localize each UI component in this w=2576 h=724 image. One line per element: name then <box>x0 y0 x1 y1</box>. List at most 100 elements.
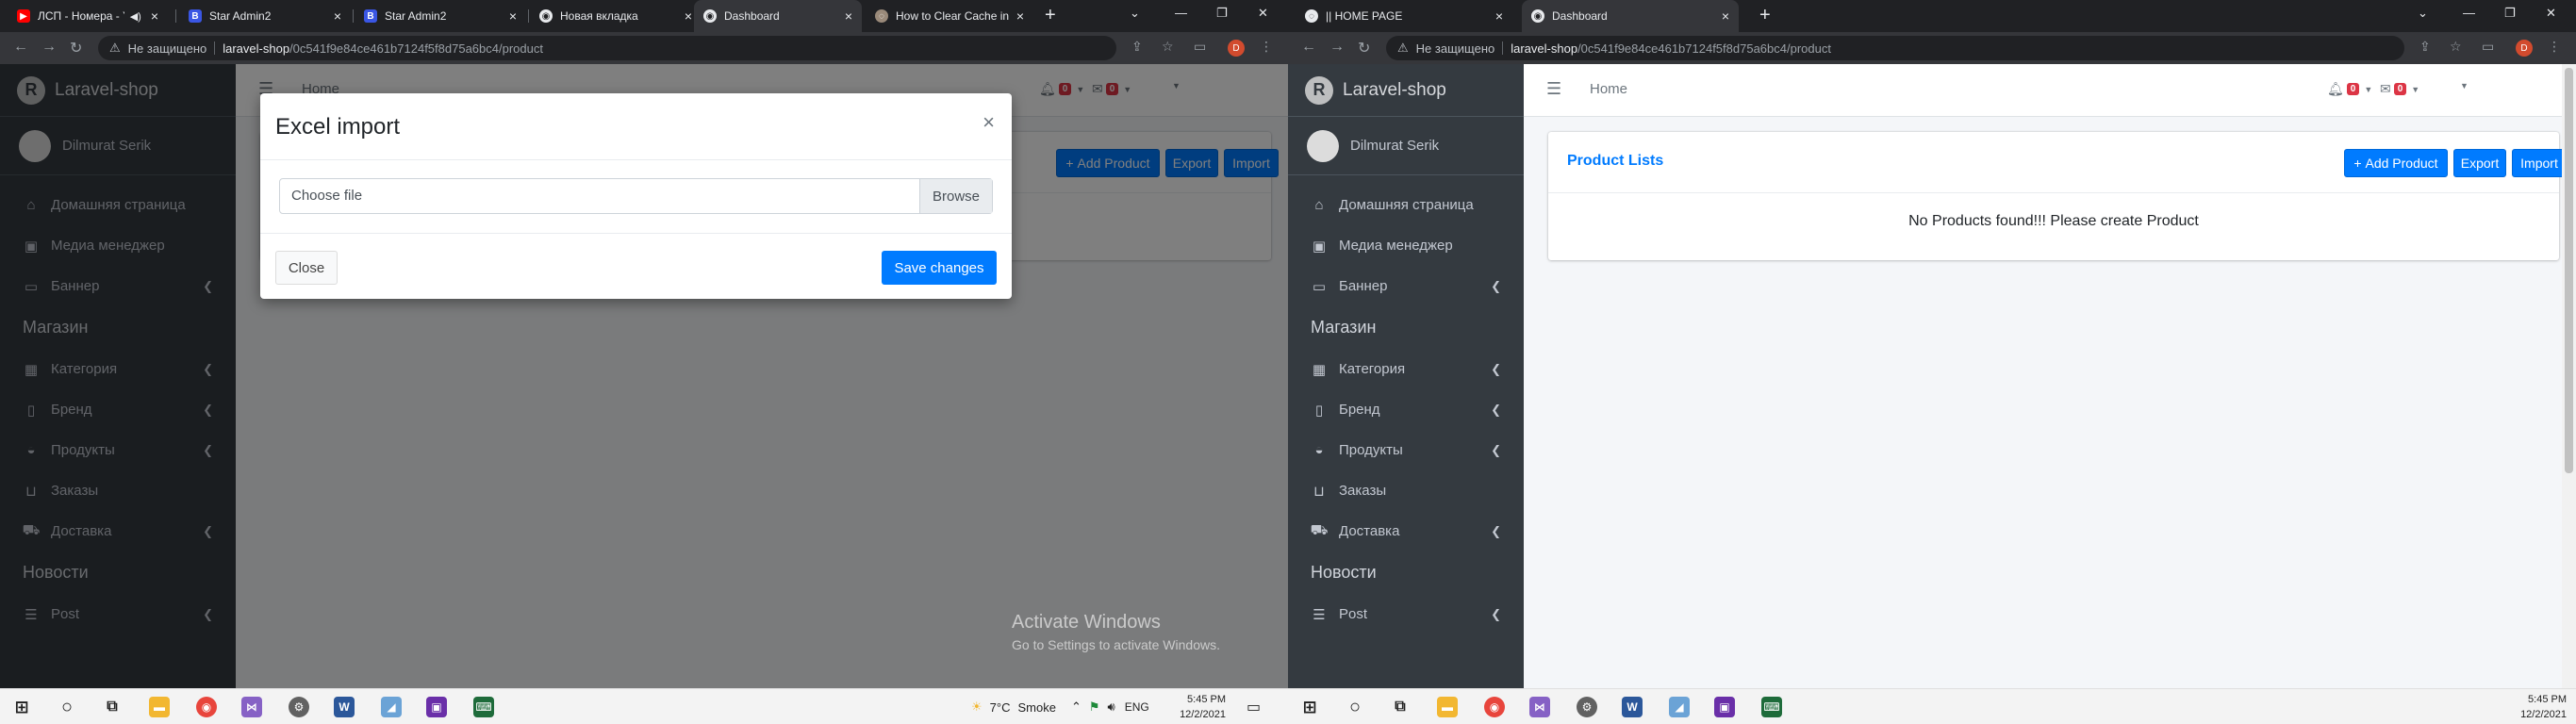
tab-view-icon[interactable]: ▭ <box>1194 39 1206 55</box>
task-view-icon[interactable]: ⧉ <box>1390 697 1411 717</box>
close-window-icon[interactable]: ✕ <box>1258 6 1268 21</box>
tab-view-icon[interactable]: ▭ <box>2482 39 2494 55</box>
sidebar-item-products[interactable]: ◒ Продукты ❮ <box>1288 430 1524 470</box>
chrome-icon[interactable]: ◉ <box>1484 697 1505 717</box>
close-icon[interactable]: × <box>685 8 692 24</box>
sidebar-item-post[interactable]: ☰ Post ❮ <box>1288 594 1524 634</box>
close-window-icon[interactable]: ✕ <box>2546 6 2556 21</box>
tab-search-icon[interactable]: ⌄ <box>2418 6 2428 21</box>
tab-star-admin-1[interactable]: B Star Admin2 × <box>179 0 351 32</box>
flag-icon[interactable]: ⚑ <box>1089 699 1100 715</box>
new-tab-icon[interactable]: + <box>1045 5 1056 26</box>
tab-star-admin-2[interactable]: B Star Admin2 × <box>355 0 526 32</box>
notifications-dropdown[interactable]: 🔔︎0 ▼ <box>2327 81 2372 97</box>
forward-icon[interactable]: → <box>1329 39 1345 56</box>
share-icon[interactable]: ⇪ <box>1131 39 1143 55</box>
sidebar-item-brand[interactable]: ▯ Бренд ❮ <box>1288 389 1524 430</box>
import-button[interactable]: Import <box>2512 149 2567 177</box>
browse-button[interactable]: Browse <box>919 179 992 213</box>
windows-start-icon[interactable]: ⊞ <box>11 697 32 717</box>
word-icon[interactable]: W <box>1622 697 1643 717</box>
close-icon[interactable]: × <box>509 8 517 24</box>
search-icon[interactable]: ○ <box>57 697 77 717</box>
close-icon[interactable]: × <box>334 8 341 24</box>
user-panel[interactable]: Dilmurat Serik <box>1288 117 1524 175</box>
chevron-up-icon[interactable]: ⌃ <box>1071 699 1082 715</box>
tab-search-icon[interactable]: ⌄ <box>1130 6 1140 21</box>
messages-dropdown[interactable]: ✉0 ▼ <box>2380 81 2419 97</box>
user-dropdown[interactable]: ▼ <box>2455 81 2469 90</box>
profile-avatar-icon[interactable]: D <box>2516 40 2533 57</box>
terminal-icon[interactable]: ⌨ <box>1761 697 1782 717</box>
tab-dashboard[interactable]: ◉ Dashboard × <box>694 0 862 32</box>
sidebar-item-delivery[interactable]: ⛟ Доставка ❮ <box>1288 511 1524 551</box>
forward-icon[interactable]: → <box>41 39 57 56</box>
sidebar-item-orders[interactable]: ⊔ Заказы <box>1288 470 1524 511</box>
search-icon[interactable]: ○ <box>1345 697 1365 717</box>
address-bar[interactable]: ⚠ Не защищено laravel-shop/0c541f9e84ce4… <box>98 36 1116 60</box>
phpstorm-icon[interactable]: ▣ <box>1714 697 1735 717</box>
close-icon[interactable]: × <box>1722 8 1729 24</box>
settings-gear-icon[interactable]: ⚙ <box>1577 697 1597 717</box>
bookmark-star-icon[interactable]: ☆ <box>1162 39 1174 55</box>
clock[interactable]: 5:45 PM 12/2/2021 <box>2501 692 2567 722</box>
word-icon[interactable]: W <box>334 697 355 717</box>
navbar-home-link[interactable]: Home <box>1590 81 1627 97</box>
close-icon[interactable]: × <box>151 8 158 24</box>
brand[interactable]: R Laravel-shop <box>1288 64 1524 117</box>
back-icon[interactable]: ← <box>1301 39 1316 56</box>
app-icon[interactable]: ◢ <box>381 697 402 717</box>
file-explorer-icon[interactable]: ▬ <box>1437 697 1458 717</box>
close-button[interactable]: Close <box>275 251 338 285</box>
close-icon[interactable]: × <box>845 8 852 24</box>
terminal-icon[interactable]: ⌨ <box>473 697 494 717</box>
profile-avatar-icon[interactable]: D <box>1228 40 1245 57</box>
sidebar-item-banner[interactable]: ▭ Баннер ❮ <box>1288 266 1524 306</box>
tab-youtube[interactable]: ▶ ЛСП - Номера - Y ◀) × <box>8 0 168 32</box>
file-input[interactable]: Choose file Browse <box>279 178 993 214</box>
tab-new-tab[interactable]: ◉ Новая вкладка × <box>530 0 702 32</box>
export-button[interactable]: Export <box>2453 149 2506 177</box>
restore-icon[interactable]: ❐ <box>2504 6 2516 21</box>
phpstorm-icon[interactable]: ▣ <box>426 697 447 717</box>
minimize-icon[interactable]: — <box>2463 6 2475 20</box>
chrome-icon[interactable]: ◉ <box>196 697 217 717</box>
more-menu-icon[interactable]: ⋮ <box>2548 39 2561 55</box>
more-menu-icon[interactable]: ⋮ <box>1260 39 1273 55</box>
weather-temp[interactable]: 7°C <box>990 700 1011 715</box>
minimize-icon[interactable]: — <box>1175 6 1187 20</box>
notification-center-icon[interactable]: ▭ <box>1247 689 1261 724</box>
file-explorer-icon[interactable]: ▬ <box>149 697 170 717</box>
back-icon[interactable]: ← <box>13 39 28 56</box>
visual-studio-icon[interactable]: ⋈ <box>241 697 262 717</box>
sidebar-item-category[interactable]: ▦ Категория ❮ <box>1288 349 1524 389</box>
save-changes-button[interactable]: Save changes <box>882 251 997 285</box>
address-bar[interactable]: ⚠ Не защищено laravel-shop/0c541f9e84ce4… <box>1386 36 2404 60</box>
app-icon[interactable]: ◢ <box>1669 697 1690 717</box>
share-icon[interactable]: ⇪ <box>2419 39 2431 55</box>
sidebar-item-home[interactable]: ⌂ Домашняя страница <box>1288 185 1524 225</box>
volume-icon[interactable]: 🔊︎ <box>1108 699 1115 715</box>
close-icon[interactable]: × <box>983 110 995 135</box>
sidebar-item-media[interactable]: ▣ Медиа менеджер <box>1288 225 1524 266</box>
vertical-scrollbar[interactable] <box>2562 64 2576 688</box>
language-indicator[interactable]: ENG <box>1125 700 1149 714</box>
new-tab-icon[interactable]: + <box>1759 5 1771 26</box>
windows-start-icon[interactable]: ⊞ <box>1299 697 1320 717</box>
tab-home-page[interactable]: ◌ || HOME PAGE × <box>1296 0 1512 32</box>
reload-icon[interactable]: ↻ <box>70 39 82 58</box>
hamburger-icon[interactable]: ☰ <box>1546 79 1561 99</box>
weather-condition[interactable]: Smoke <box>1017 700 1055 715</box>
reload-icon[interactable]: ↻ <box>1358 39 1370 58</box>
settings-gear-icon[interactable]: ⚙ <box>289 697 309 717</box>
scrollbar-thumb[interactable] <box>2565 68 2573 473</box>
clock[interactable]: 5:45 PM 12/2/2021 <box>1160 692 1226 722</box>
visual-studio-icon[interactable]: ⋈ <box>1529 697 1550 717</box>
tab-dashboard[interactable]: ◉ Dashboard × <box>1522 0 1739 32</box>
add-product-button[interactable]: + Add Product <box>2344 149 2448 177</box>
bookmark-star-icon[interactable]: ☆ <box>2450 39 2462 55</box>
tab-clear-cache[interactable]: ◌ How to Clear Cache in × <box>866 0 1033 32</box>
close-icon[interactable]: × <box>1495 8 1503 24</box>
close-icon[interactable]: × <box>1016 8 1024 24</box>
restore-icon[interactable]: ❐ <box>1216 6 1228 21</box>
